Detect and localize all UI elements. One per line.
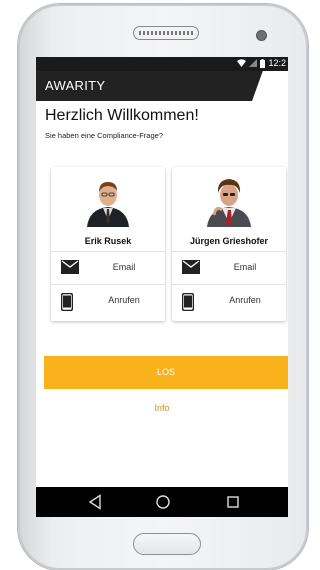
contact-name: Jürgen Grieshofer bbox=[189, 236, 269, 246]
contact-card: Erik Rusek Email Anrufen bbox=[51, 167, 165, 321]
call-label: Anrufen bbox=[108, 295, 140, 305]
envelope-icon bbox=[182, 260, 200, 274]
los-button[interactable]: LOS bbox=[44, 356, 288, 389]
battery-icon bbox=[260, 58, 266, 68]
wifi-icon bbox=[237, 59, 247, 67]
phone-icon bbox=[61, 293, 73, 311]
info-link[interactable]: Info bbox=[36, 403, 288, 413]
envelope-icon bbox=[61, 260, 79, 274]
email-row[interactable]: Email bbox=[51, 251, 165, 284]
avatar bbox=[51, 167, 165, 235]
email-label: Email bbox=[233, 262, 257, 272]
hardware-home-button[interactable] bbox=[133, 533, 201, 555]
email-label: Email bbox=[112, 262, 136, 272]
home-circle-icon[interactable] bbox=[155, 494, 171, 510]
recent-square-icon[interactable] bbox=[226, 494, 240, 510]
status-time: 12:2 bbox=[268, 58, 286, 68]
call-row[interactable]: Anrufen bbox=[51, 284, 165, 317]
navigation-bar bbox=[36, 487, 288, 517]
app-title: AWARITY bbox=[45, 78, 106, 93]
screen: 12:2 AWARITY Herzlich Willkommen! Sie ha… bbox=[36, 57, 288, 517]
welcome-heading: Herzlich Willkommen! bbox=[45, 107, 199, 124]
speaker-grille bbox=[133, 26, 199, 40]
back-triangle-icon[interactable] bbox=[88, 494, 102, 510]
contact-name: Erik Rusek bbox=[84, 236, 132, 246]
app-bar-slope bbox=[252, 71, 288, 101]
call-label: Anrufen bbox=[229, 295, 261, 305]
email-row[interactable]: Email bbox=[172, 251, 286, 284]
app-bar: AWARITY bbox=[36, 71, 288, 101]
call-row[interactable]: Anrufen bbox=[172, 284, 286, 317]
contact-card: Jürgen Grieshofer Email Anrufen bbox=[172, 167, 286, 321]
phone-icon bbox=[182, 293, 194, 311]
signal-icon bbox=[249, 59, 258, 67]
status-bar: 12:2 bbox=[36, 57, 288, 71]
question-text: Sie haben eine Compliance-Frage? bbox=[45, 131, 163, 140]
avatar bbox=[172, 167, 286, 235]
front-camera bbox=[256, 30, 267, 41]
